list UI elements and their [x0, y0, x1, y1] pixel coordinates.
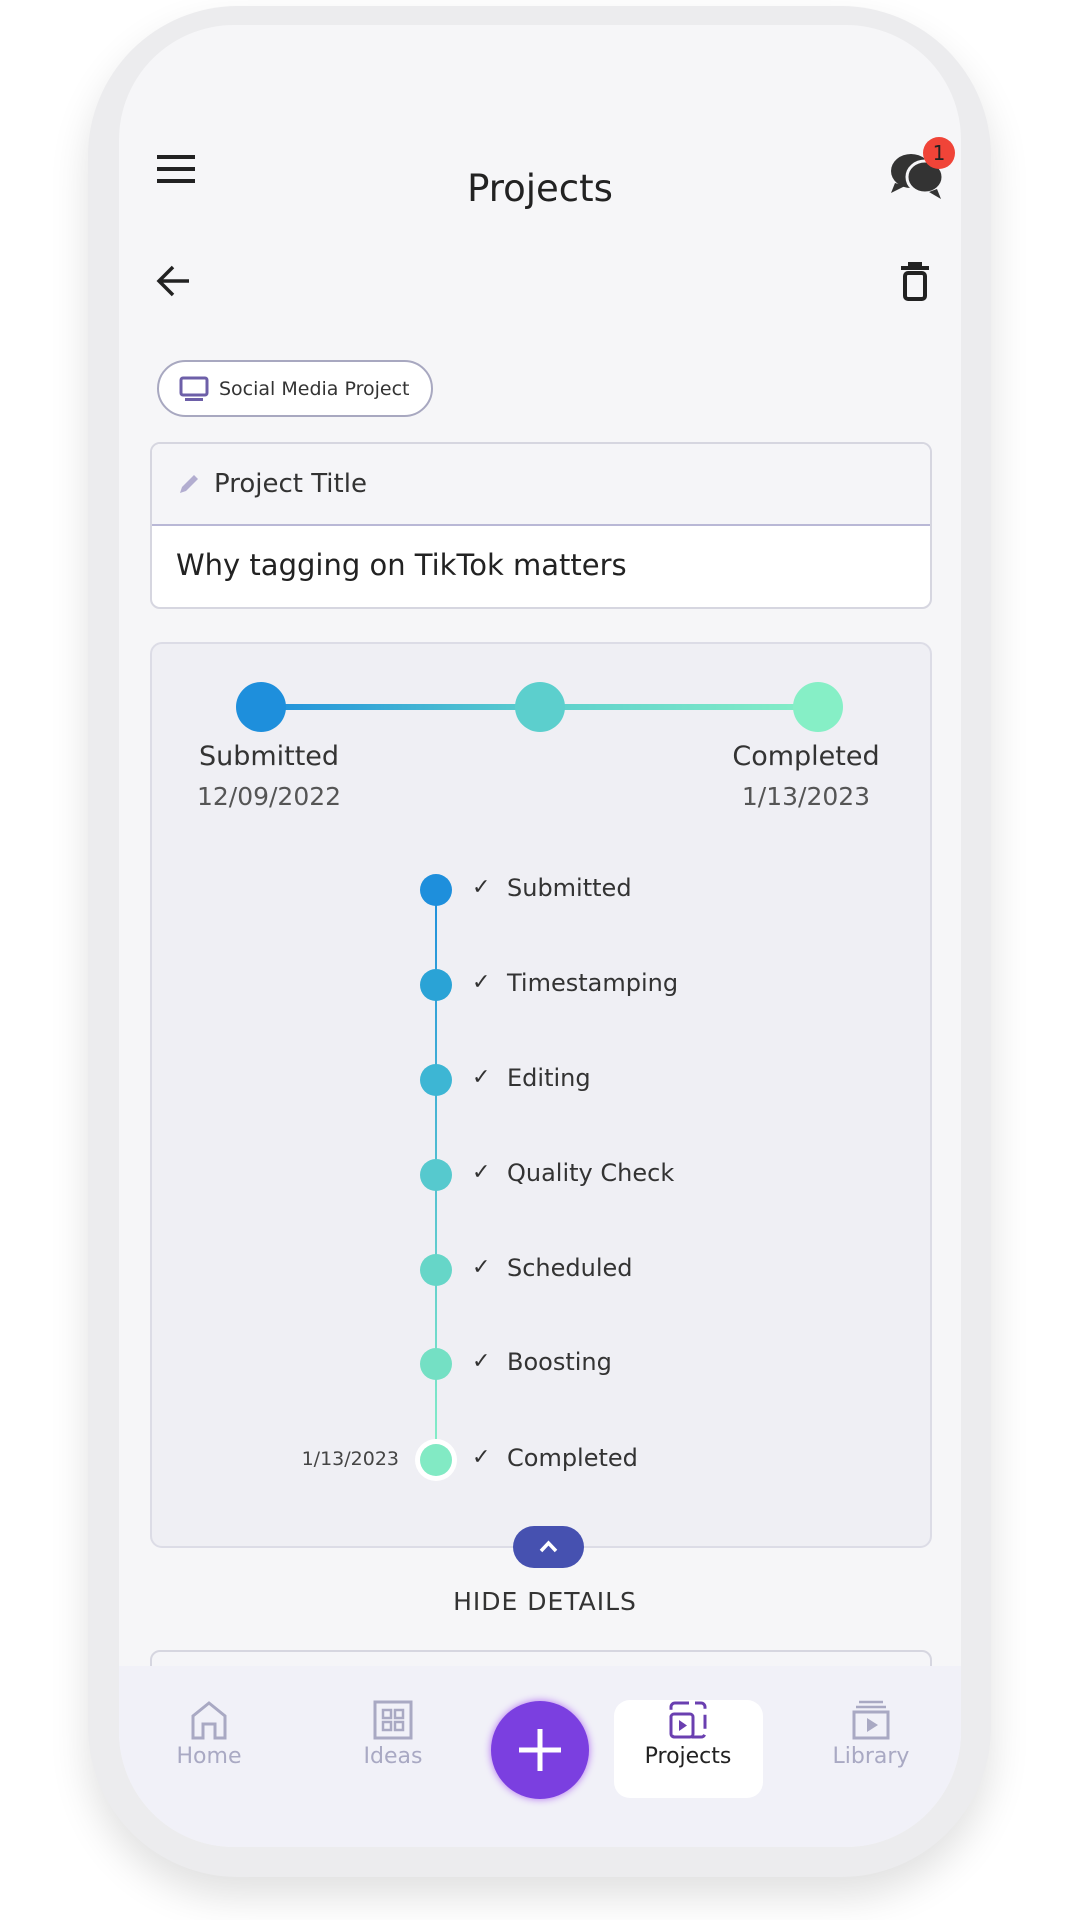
timeline-step-dot [420, 1159, 452, 1191]
timeline-step-dot [420, 1254, 452, 1286]
progress-dot-start [236, 682, 286, 732]
nav-projects-label: Projects [644, 1744, 732, 1769]
nav-home[interactable]: Home [134, 1700, 284, 1769]
bottom-nav: Home Ideas Projects Library [119, 1666, 961, 1847]
timeline-step-label: Timestamping [507, 969, 679, 997]
plus-icon [519, 1729, 561, 1771]
check-icon: ✓ [472, 1445, 491, 1470]
home-icon [191, 1701, 227, 1740]
timeline-step-label: Completed [507, 1444, 638, 1472]
timeline-step-label: Boosting [507, 1348, 612, 1376]
progress-dot-end [793, 682, 843, 732]
library-icon [852, 1700, 890, 1740]
hide-details-toggle-button[interactable] [513, 1526, 584, 1568]
nav-library[interactable]: Library [796, 1700, 946, 1769]
check-icon: ✓ [472, 875, 491, 900]
check-icon: ✓ [472, 970, 491, 995]
timeline-step-label: Quality Check [507, 1159, 675, 1187]
progress-dot-middle [515, 682, 565, 732]
start-date: 12/09/2022 [196, 782, 342, 811]
start-label: Submitted [198, 741, 340, 772]
ideas-grid-icon [373, 1700, 413, 1740]
check-icon: ✓ [472, 1349, 491, 1374]
check-icon: ✓ [472, 1065, 491, 1090]
nav-ideas[interactable]: Ideas [318, 1700, 468, 1769]
check-icon: ✓ [472, 1255, 491, 1280]
end-label: Completed [732, 741, 880, 772]
nav-projects[interactable]: Projects [613, 1700, 763, 1769]
timeline-step-date: 1/13/2023 [301, 1448, 399, 1470]
progress-start: Submitted 12/09/2022 [149, 741, 389, 811]
nav-home-label: Home [176, 1744, 242, 1769]
check-icon: ✓ [472, 1160, 491, 1185]
nav-ideas-label: Ideas [363, 1744, 423, 1769]
add-button[interactable] [491, 1701, 589, 1799]
timeline-step-label: Scheduled [507, 1254, 633, 1282]
timeline-step-dot [420, 1444, 452, 1476]
progress-end: Completed 1/13/2023 [686, 741, 926, 811]
timeline-step-dot [420, 874, 452, 906]
timeline-step-dot [420, 1064, 452, 1096]
timeline-step-dot [420, 1348, 452, 1380]
screen: Projects 1 Social Media Project Project … [119, 25, 961, 1847]
chevron-up-icon [539, 1540, 558, 1553]
timeline-step-label: Editing [507, 1064, 591, 1092]
timeline-step-dot [420, 969, 452, 1001]
end-date: 1/13/2023 [741, 782, 871, 811]
timeline-step-label: Submitted [507, 874, 632, 902]
projects-icon [669, 1701, 707, 1739]
hide-details-label[interactable]: HIDE DETAILS [119, 1587, 961, 1616]
nav-library-label: Library [832, 1744, 910, 1769]
